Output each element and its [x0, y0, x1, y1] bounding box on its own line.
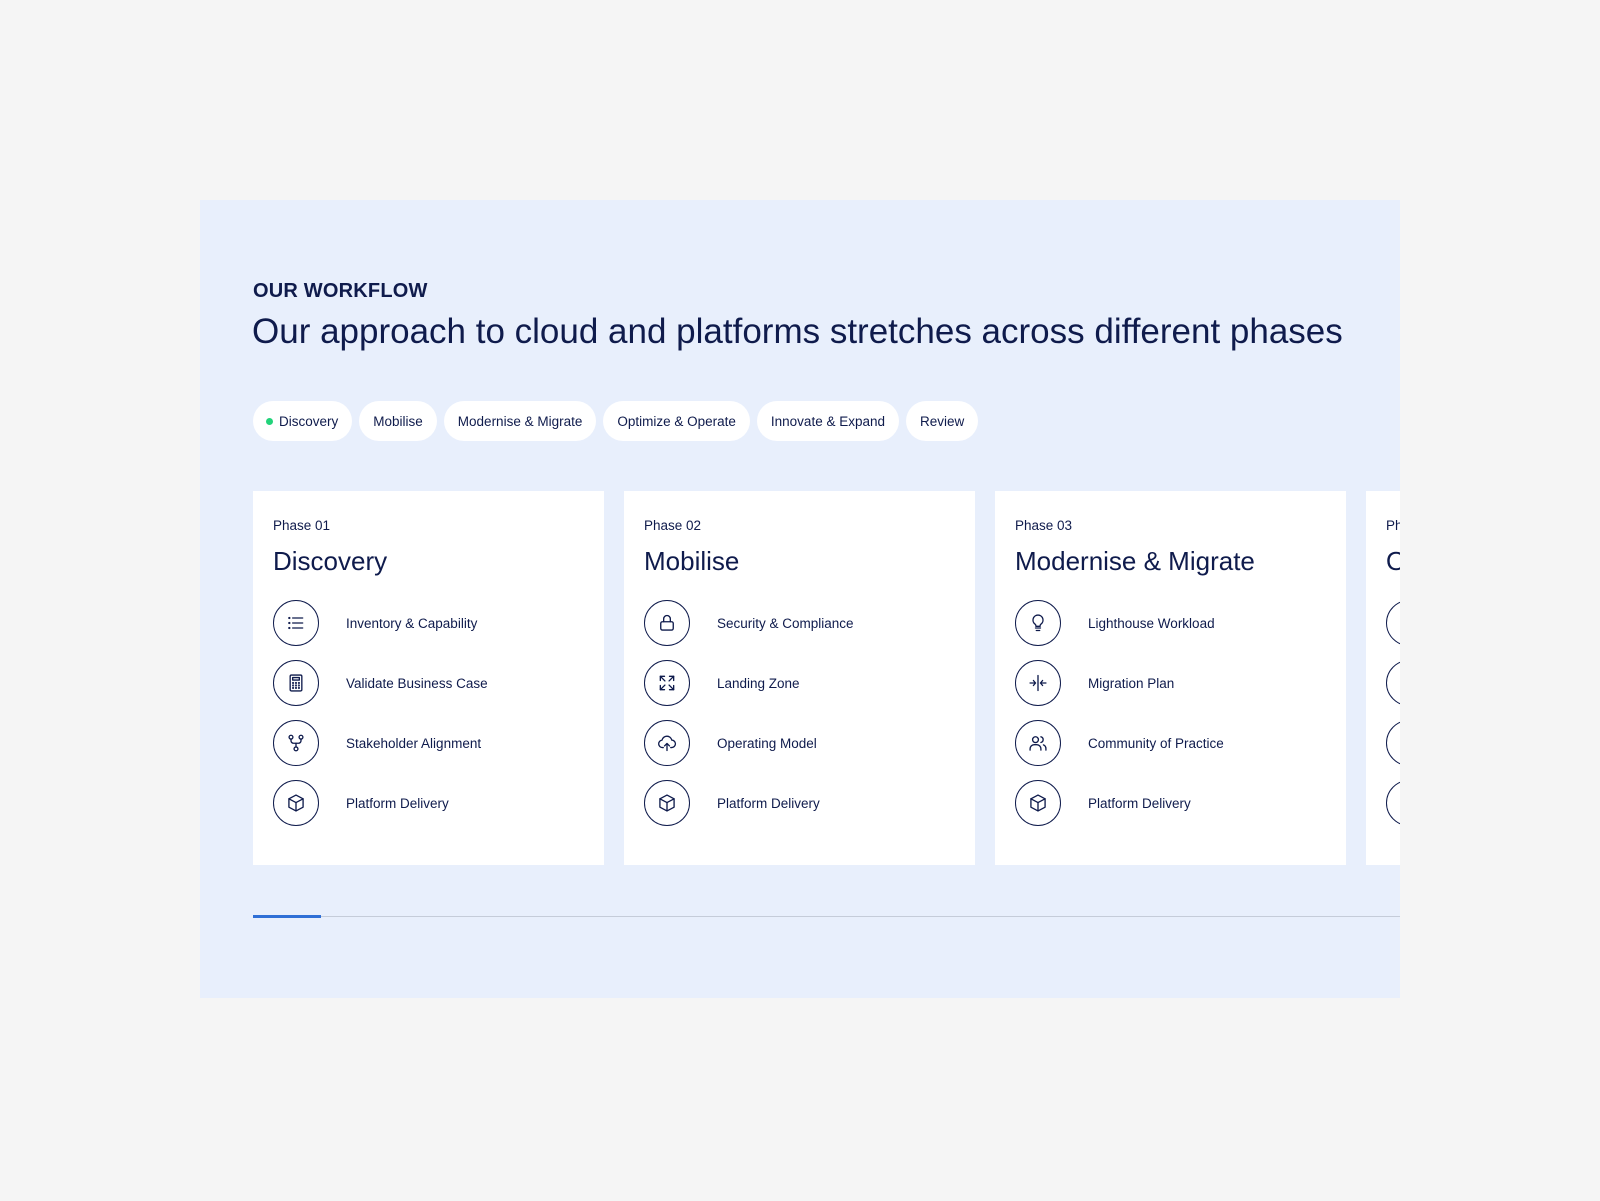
phase-item: Community of Practice — [1015, 719, 1326, 767]
phase-number: Phase 02 — [644, 518, 702, 533]
users-icon — [1015, 720, 1061, 766]
phase-item-list: Inventory & Capability Validate Business … — [273, 599, 584, 827]
tab-label: Mobilise — [373, 413, 423, 429]
phase-item: Security & Compliance — [644, 599, 955, 647]
lightbulb-icon — [1015, 600, 1061, 646]
tab-review[interactable]: Review — [906, 401, 979, 441]
tab-label: Review — [920, 413, 965, 429]
phase-item: Platform Delivery — [273, 779, 584, 827]
phase-cards-carousel: Phase 01 Discovery Inventory & Capability V… — [253, 491, 1400, 865]
phase-item-label: Migration Plan — [1088, 675, 1175, 691]
box-icon — [1015, 780, 1061, 826]
phase-card: Phase 03 Modernise & Migrate Lighthouse Wo… — [995, 491, 1346, 865]
cloud-upload-icon — [644, 720, 690, 766]
phase-item-label: Operating Model — [717, 735, 817, 751]
phase-item-label: Security & Compliance — [717, 615, 854, 631]
phase-card: Phase 04 Optimize & Operate — [1366, 491, 1400, 865]
phase-item-label: Stakeholder Alignment — [346, 735, 482, 751]
tab-label: Modernise & Migrate — [457, 413, 583, 429]
list-icon — [1386, 780, 1400, 826]
box-icon — [273, 780, 319, 826]
phase-item: Migration Plan — [1015, 659, 1326, 707]
phase-item — [1386, 659, 1400, 707]
phase-item: Operating Model — [644, 719, 955, 767]
phase-number: Phase 04 — [1386, 518, 1400, 533]
phase-item-label: Validate Business Case — [346, 675, 488, 691]
list-icon — [273, 600, 319, 646]
phase-item: Validate Business Case — [273, 659, 584, 707]
phase-item — [1386, 779, 1400, 827]
phase-number: Phase 01 — [273, 518, 331, 533]
section-eyebrow: OUR WORKFLOW — [253, 280, 428, 302]
phase-tabs: Discovery Mobilise Modernise & Migrate Opti… — [253, 401, 979, 441]
phase-number: Phase 03 — [1015, 518, 1073, 533]
tab-optimize-operate[interactable]: Optimize & Operate — [603, 401, 750, 441]
phase-item: Platform Delivery — [644, 779, 955, 827]
phase-title: Discovery — [273, 546, 388, 576]
carousel-progress-track[interactable] — [253, 916, 1400, 917]
phase-item: Landing Zone — [644, 659, 955, 707]
carousel-progress-indicator[interactable] — [253, 915, 321, 918]
phase-item: Inventory & Capability — [273, 599, 584, 647]
phase-item: Platform Delivery — [1015, 779, 1326, 827]
fork-icon — [273, 720, 319, 766]
phase-item-label: Platform Delivery — [1088, 795, 1191, 811]
section-headline: Our approach to cloud and platforms stre… — [252, 312, 1343, 351]
tab-innovate-expand[interactable]: Innovate & Expand — [756, 401, 899, 441]
phase-item-list: Lighthouse Workload Migration Plan Communi… — [1015, 599, 1326, 827]
phase-title: Mobilise — [644, 546, 740, 576]
list-icon — [1386, 660, 1400, 706]
list-icon — [1386, 600, 1400, 646]
merge-icon — [1015, 660, 1061, 706]
phase-item-label: Landing Zone — [717, 675, 800, 691]
lock-icon — [644, 600, 690, 646]
phase-item-label: Lighthouse Workload — [1088, 615, 1215, 631]
tab-mobilise[interactable]: Mobilise — [359, 401, 437, 441]
box-icon — [644, 780, 690, 826]
list-icon — [1386, 720, 1400, 766]
phase-card: Phase 02 Mobilise Security & Compliance Lan… — [624, 491, 975, 865]
phase-item: Stakeholder Alignment — [273, 719, 584, 767]
phase-item-label: Inventory & Capability — [346, 615, 478, 631]
phase-item-label: Platform Delivery — [346, 795, 449, 811]
phase-card: Phase 01 Discovery Inventory & Capability V… — [253, 491, 604, 865]
phase-item-label: Platform Delivery — [717, 795, 820, 811]
phase-title: Optimize & Operate — [1386, 546, 1400, 576]
tab-discovery[interactable]: Discovery — [253, 401, 353, 441]
tab-modernise-migrate[interactable]: Modernise & Migrate — [443, 401, 597, 441]
phase-item-label: Community of Practice — [1088, 735, 1224, 751]
phase-item-list: Security & Compliance Landing Zone Operati… — [644, 599, 955, 827]
workflow-section: OUR WORKFLOW Our approach to cloud and p… — [200, 200, 1400, 998]
expand-icon — [644, 660, 690, 706]
tab-label: Innovate & Expand — [770, 413, 885, 429]
phase-item-list — [1386, 599, 1400, 827]
phase-item — [1386, 599, 1400, 647]
tab-label: Optimize & Operate — [617, 413, 736, 429]
tab-label: Discovery — [279, 413, 339, 429]
active-indicator-dot — [266, 417, 273, 425]
phase-item — [1386, 719, 1400, 767]
calculator-icon — [273, 660, 319, 706]
phase-title: Modernise & Migrate — [1015, 546, 1255, 576]
phase-item: Lighthouse Workload — [1015, 599, 1326, 647]
